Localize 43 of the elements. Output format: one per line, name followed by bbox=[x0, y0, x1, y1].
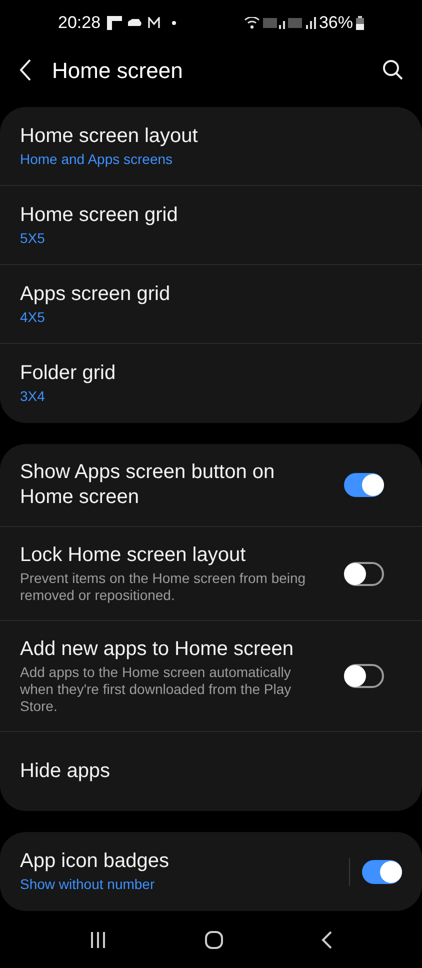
toggle-switch[interactable] bbox=[344, 664, 384, 688]
setting-row[interactable]: Add new apps to Home screen Add apps to the Home screen automatically when they're first downloaded from the Play Store. bbox=[0, 621, 422, 732]
back-icon[interactable] bbox=[321, 930, 334, 950]
signal-icon bbox=[288, 17, 316, 29]
battery-icon bbox=[356, 16, 364, 30]
setting-title: Lock Home screen layout bbox=[20, 543, 247, 568]
setting-row[interactable]: Show Apps screen button on Home screen bbox=[0, 444, 422, 527]
setting-row[interactable]: Folder grid 3X4 bbox=[0, 344, 422, 423]
setting-value: 4X5 bbox=[20, 308, 46, 326]
setting-title: Home screen grid bbox=[20, 202, 179, 228]
battery-percent: 36% bbox=[318, 12, 353, 34]
setting-row[interactable]: Hide apps bbox=[0, 732, 422, 811]
setting-title: Home screen layout bbox=[20, 124, 199, 148]
dot-icon bbox=[172, 21, 176, 25]
toggle-switch[interactable] bbox=[344, 473, 384, 497]
setting-value: 5X5 bbox=[20, 228, 46, 248]
setting-title: App icon badges bbox=[20, 849, 170, 874]
cloud-icon bbox=[128, 19, 142, 27]
mail-icon bbox=[148, 17, 160, 29]
toggle-switch[interactable] bbox=[344, 562, 384, 586]
search-icon[interactable] bbox=[382, 59, 404, 81]
setting-title: Folder grid bbox=[20, 361, 117, 386]
setting-row[interactable]: Home screen layout Home and Apps screens bbox=[0, 107, 422, 186]
setting-description: Add apps to the Home screen automatically when they're first downloaded from the Play Store. bbox=[20, 664, 292, 715]
status-time: 20:28 bbox=[58, 12, 101, 34]
signal-icon bbox=[262, 17, 285, 29]
setting-title: Apps screen grid bbox=[20, 282, 172, 306]
setting-row[interactable]: Apps screen grid 4X5 bbox=[0, 265, 422, 344]
setting-title: Hide apps bbox=[20, 759, 112, 784]
setting-value: Home and Apps screens bbox=[20, 150, 174, 168]
recent-apps-icon[interactable] bbox=[88, 931, 107, 949]
toggle-switch[interactable] bbox=[362, 860, 402, 884]
setting-value: 3X4 bbox=[20, 387, 46, 406]
setting-row[interactable]: App icon badges Show without number bbox=[0, 832, 422, 911]
wifi-icon bbox=[244, 17, 260, 29]
home-icon[interactable] bbox=[204, 930, 224, 950]
setting-title: Show Apps screen button on Home screen bbox=[20, 460, 276, 510]
setting-row[interactable]: Lock Home screen layout Prevent items on the Home screen from being removed or repositioned. bbox=[0, 527, 422, 621]
page-title: Home screen bbox=[52, 56, 184, 84]
setting-value: Show without number bbox=[20, 875, 156, 894]
setting-description: Prevent items on the Home screen from being removed or repositioned. bbox=[20, 570, 307, 604]
setting-title: Add new apps to Home screen bbox=[20, 637, 294, 662]
setting-row[interactable]: Home screen grid 5X5 bbox=[0, 186, 422, 265]
